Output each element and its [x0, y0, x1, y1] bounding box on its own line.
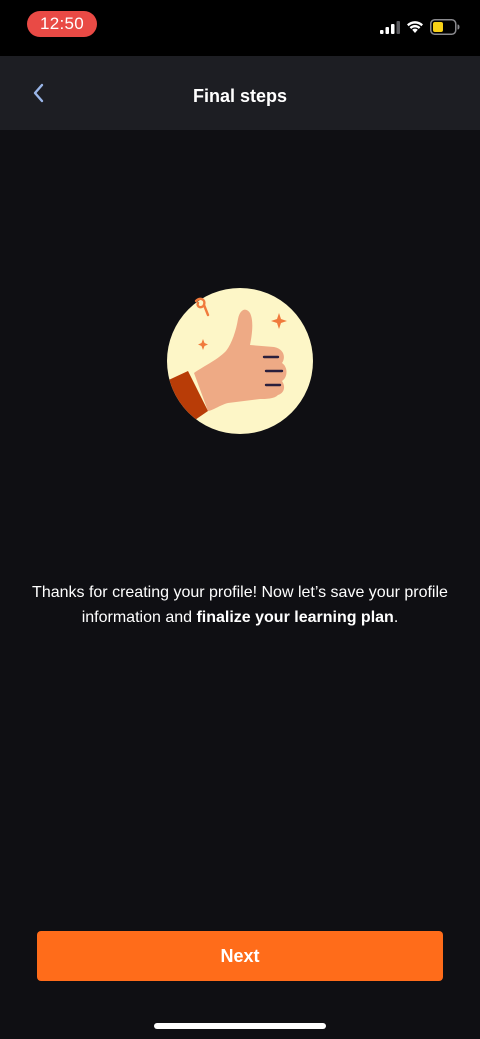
- nav-bar: Final steps: [0, 56, 480, 130]
- message-end: .: [393, 609, 399, 626]
- message-emphasis: finalize your learning plan: [196, 609, 394, 626]
- status-time: 12:50: [39, 14, 85, 33]
- battery-icon: [430, 19, 460, 35]
- profile-complete-message: Thanks for creating your profile! Now le…: [30, 580, 450, 630]
- next-button[interactable]: Next: [37, 931, 443, 981]
- cellular-signal-icon: [380, 21, 400, 34]
- back-button[interactable]: [22, 76, 56, 110]
- time-pill: 12:50: [27, 11, 97, 37]
- chevron-left-icon: [33, 83, 44, 103]
- home-indicator: [154, 1023, 326, 1029]
- status-bar: 12:50: [0, 0, 480, 56]
- thumbs-up-icon: [167, 288, 313, 434]
- page-title: Final steps: [192, 86, 288, 106]
- wifi-icon: [407, 21, 423, 33]
